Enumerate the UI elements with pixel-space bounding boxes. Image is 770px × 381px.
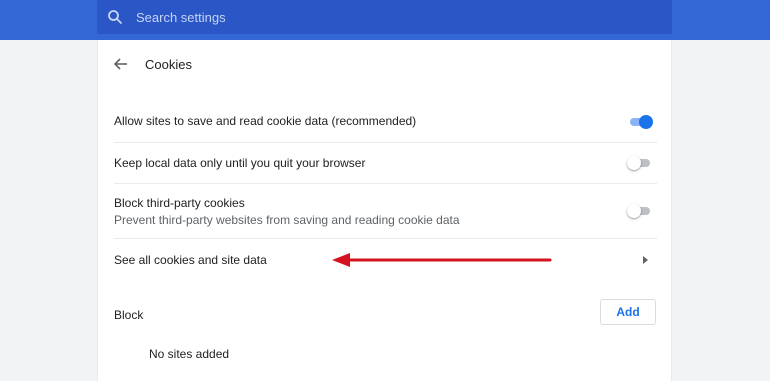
setting-label: Block third-party cookies <box>114 196 245 210</box>
setting-keep-local-data[interactable]: Keep local data only until you quit your… <box>114 143 657 184</box>
search-box[interactable]: Search settings <box>97 0 672 34</box>
setting-sublabel: Prevent third-party websites from saving… <box>114 213 460 227</box>
page-title: Cookies <box>145 57 192 72</box>
toggle-knob <box>627 204 641 218</box>
toggle-knob <box>627 156 641 170</box>
top-bar: Search settings <box>0 0 770 40</box>
page-header: Cookies <box>98 40 671 94</box>
search-icon <box>108 10 122 24</box>
block-third-party-toggle[interactable] <box>627 203 653 219</box>
setting-label: Keep local data only until you quit your… <box>114 156 366 170</box>
setting-block-third-party[interactable]: Block third-party cookies Prevent third-… <box>114 184 657 239</box>
toggle-knob <box>639 115 653 129</box>
chevron-right-icon <box>643 256 648 264</box>
setting-label: Allow sites to save and read cookie data… <box>114 114 417 128</box>
add-block-site-button[interactable]: Add <box>600 299 656 325</box>
keep-local-data-toggle[interactable] <box>627 155 653 171</box>
allow-cookies-toggle[interactable] <box>627 114 653 130</box>
setting-allow-cookies[interactable]: Allow sites to save and read cookie data… <box>114 102 657 143</box>
back-arrow-icon[interactable] <box>112 55 130 73</box>
block-section-label: Block <box>114 308 144 322</box>
setting-label: See all cookies and site data <box>114 253 267 267</box>
annotation-arrow-icon <box>332 253 552 267</box>
search-input[interactable]: Search settings <box>136 10 226 25</box>
cookies-settings-card: Cookies Allow sites to save and read coo… <box>97 40 672 381</box>
empty-state-text: No sites added <box>149 347 230 361</box>
